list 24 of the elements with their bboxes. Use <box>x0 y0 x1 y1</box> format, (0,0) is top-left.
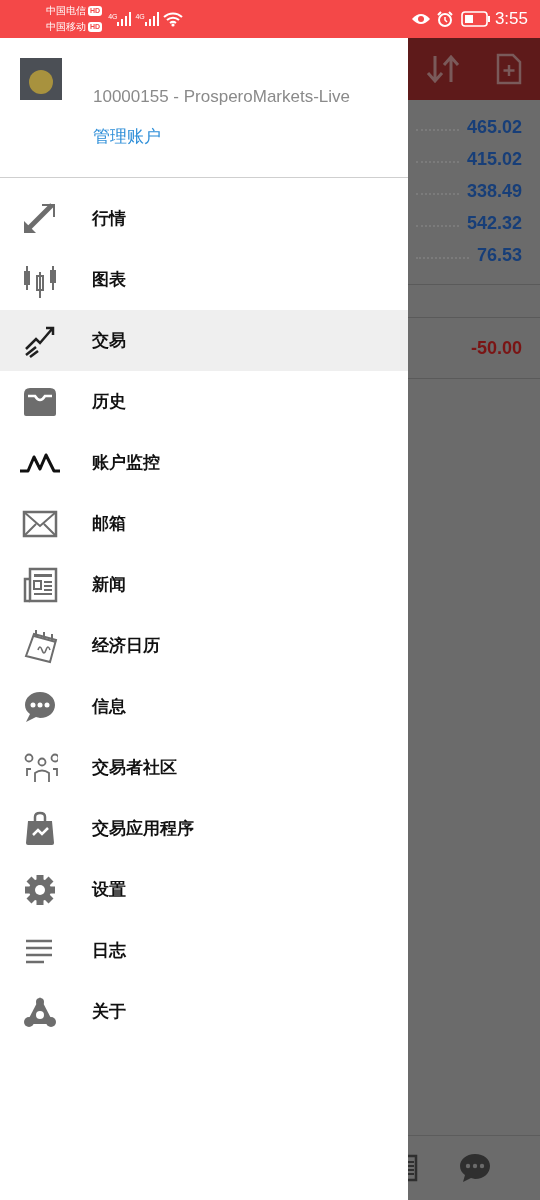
quote-price: 338.49 <box>466 179 522 203</box>
new-document-icon[interactable] <box>496 53 522 85</box>
manage-accounts-link[interactable]: 管理账户 <box>93 123 351 149</box>
wifi-icon <box>162 11 183 27</box>
quote-price: 76.53 <box>476 243 522 267</box>
profit-value: -50.00 <box>470 336 522 360</box>
alarm-icon <box>436 11 453 27</box>
chat-icon[interactable] <box>459 1153 491 1183</box>
avatar-icon <box>20 58 62 100</box>
signal-icon <box>117 12 132 26</box>
quote-price: 542.32 <box>466 211 522 235</box>
clock-time: 3:55 <box>494 8 528 31</box>
quote-price: 465.02 <box>466 115 522 139</box>
battery-icon <box>460 11 491 27</box>
account-number: 10000155 - ProsperoMarkets-Live <box>93 86 351 108</box>
newspaper-icon <box>22 566 58 603</box>
quote-price: 415.02 <box>466 147 522 171</box>
signal-icon <box>144 12 159 26</box>
carrier-name: 中国电信 <box>46 4 86 18</box>
carrier-name: 中国移动 <box>46 20 86 34</box>
menu-item[interactable]: 交易 <box>0 310 408 371</box>
sort-icon[interactable] <box>426 54 460 84</box>
desk-calendar-icon <box>22 627 58 664</box>
eye-icon <box>410 12 431 26</box>
